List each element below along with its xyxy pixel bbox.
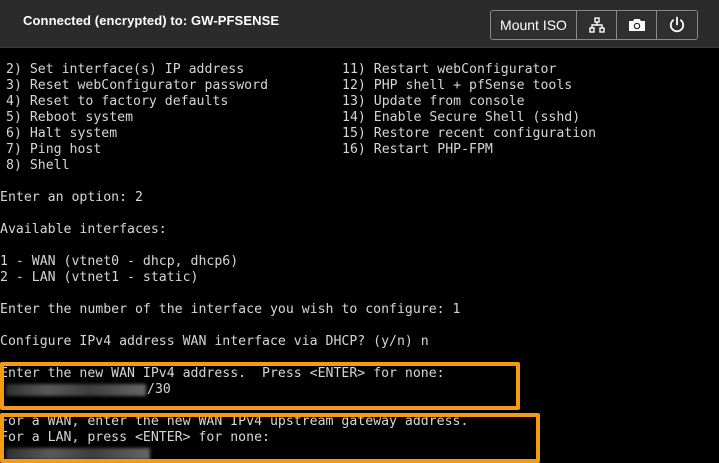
interface-wan: 1 - WAN (vtnet0 - dhcp, dhcp6)	[0, 254, 239, 269]
power-icon	[669, 16, 685, 33]
top-bar: Connected (encrypted) to: GW-PFSENSE Mou…	[0, 0, 719, 48]
menu-item: 5) Reboot system	[6, 110, 134, 125]
connection-title: Connected (encrypted) to: GW-PFSENSE	[23, 13, 280, 28]
prompt-interface: Enter the number of the interface you wi…	[0, 302, 461, 317]
menu-item: 6) Halt system	[6, 126, 118, 141]
interface-lan: 2 - LAN (vtnet1 - static)	[0, 270, 199, 285]
menu-item: 11) Restart webConfigurator	[342, 62, 557, 77]
network-button[interactable]	[577, 11, 617, 39]
menu-item: 12) PHP shell + pfSense tools	[342, 78, 573, 93]
menu-item: 4) Reset to factory defaults	[6, 94, 229, 109]
menu-item: 2) Set interface(s) IP address	[6, 62, 245, 77]
menu-item: 16) Restart PHP-FPM	[342, 142, 493, 157]
camera-icon	[628, 19, 645, 31]
menu-item: 15) Restore recent configuration	[342, 126, 597, 141]
available-interfaces-label: Available interfaces:	[0, 222, 167, 237]
power-button[interactable]	[657, 11, 697, 39]
menu-item: 13) Update from console	[342, 94, 525, 109]
screenshot-button[interactable]	[617, 11, 657, 39]
menu-item: 7) Ping host	[6, 142, 102, 157]
menu-item: 8) Shell	[6, 158, 70, 173]
mount-iso-button[interactable]: Mount ISO	[491, 11, 577, 39]
toolbar: Mount ISO	[490, 10, 698, 40]
prompt-dhcp: Configure IPv4 address WAN interface via…	[0, 334, 429, 349]
prompt-option: Enter an option: 2	[0, 190, 143, 205]
network-icon	[588, 17, 605, 33]
menu-item: 3) Reset webConfigurator password	[6, 78, 269, 93]
highlight-box-ip	[0, 362, 520, 410]
highlight-box-gateway	[0, 413, 540, 463]
menu-item: 14) Enable Secure Shell (sshd)	[342, 110, 581, 125]
